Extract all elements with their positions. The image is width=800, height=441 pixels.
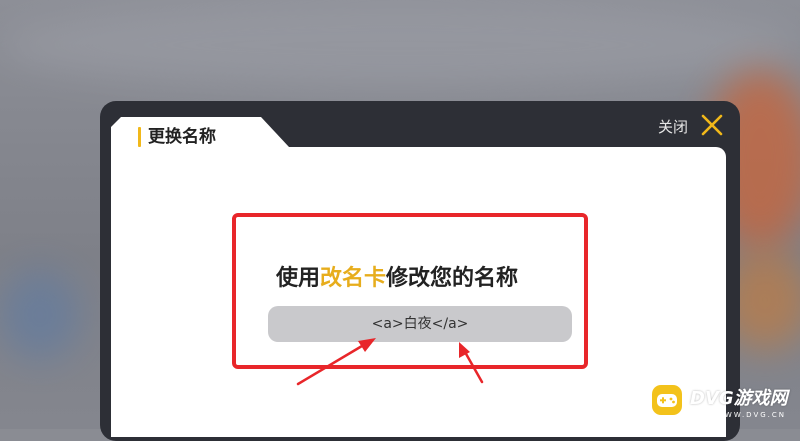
dialog-title: 更换名称 (148, 127, 216, 147)
background-blur-blue (0, 270, 80, 360)
close-icon[interactable] (700, 113, 724, 137)
watermark-brand: DVG游戏网 (690, 388, 788, 409)
close-label[interactable]: 关闭 (658, 117, 688, 137)
annotation-highlight-box (232, 213, 588, 369)
background-blur-top (0, 0, 800, 90)
gamepad-icon (652, 385, 682, 415)
tab-accent-bar (138, 127, 141, 147)
watermark-url: WWW.DVG.CN (716, 411, 787, 419)
